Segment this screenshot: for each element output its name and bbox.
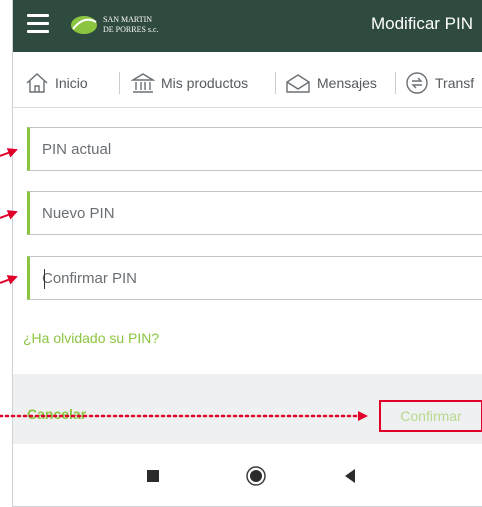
android-navigation-bar: [13, 450, 482, 506]
tab-label: Transf: [435, 75, 475, 91]
cancel-button[interactable]: Cancelar: [27, 406, 86, 422]
tab-divider: [395, 72, 396, 94]
current-pin-input[interactable]: [42, 140, 482, 158]
tab-mis-productos[interactable]: Mis productos: [131, 58, 249, 107]
transfer-icon: [406, 72, 428, 94]
new-pin-field[interactable]: [27, 191, 482, 235]
home-icon: [26, 73, 48, 93]
current-pin-field[interactable]: [27, 127, 482, 171]
mail-icon: [286, 74, 310, 93]
forgot-pin-link[interactable]: ¿Ha olvidado su PIN?: [23, 330, 159, 346]
logo: SAN MARTIN DE PORRES s.c.: [71, 15, 159, 34]
page-title: Modificar PIN: [370, 14, 473, 33]
confirm-button[interactable]: Confirmar: [379, 400, 482, 432]
tab-inicio[interactable]: Inicio: [25, 58, 88, 107]
hamburger-menu-icon[interactable]: [27, 14, 51, 34]
recents-icon[interactable]: [147, 470, 159, 482]
confirm-pin-field[interactable]: [27, 256, 482, 300]
back-icon[interactable]: [343, 468, 357, 484]
new-pin-input[interactable]: [42, 204, 482, 222]
bank-icon: [131, 73, 155, 93]
tab-transferencias[interactable]: Transf: [405, 58, 475, 107]
tab-mensajes[interactable]: Mensajes: [285, 58, 377, 107]
logo-text-line2: DE PORRES s.c.: [103, 25, 159, 34]
tab-label: Mensajes: [317, 75, 377, 91]
tab-label: Inicio: [55, 75, 88, 91]
home-button-icon[interactable]: [245, 465, 267, 487]
action-bar: Cancelar Confirmar: [13, 374, 482, 444]
text-cursor: [44, 269, 45, 289]
phone-screen: SAN MARTIN DE PORRES s.c. Modificar PIN …: [12, 0, 482, 507]
logo-text-line1: SAN MARTIN: [103, 15, 152, 24]
tab-label: Mis productos: [161, 75, 249, 91]
tab-divider: [275, 72, 276, 94]
tab-bar: Inicio Mis productos Mensajes Transf: [13, 58, 482, 108]
app-header: SAN MARTIN DE PORRES s.c. Modificar PIN: [13, 0, 482, 52]
confirm-pin-input[interactable]: [42, 269, 482, 287]
tab-divider: [119, 72, 120, 94]
